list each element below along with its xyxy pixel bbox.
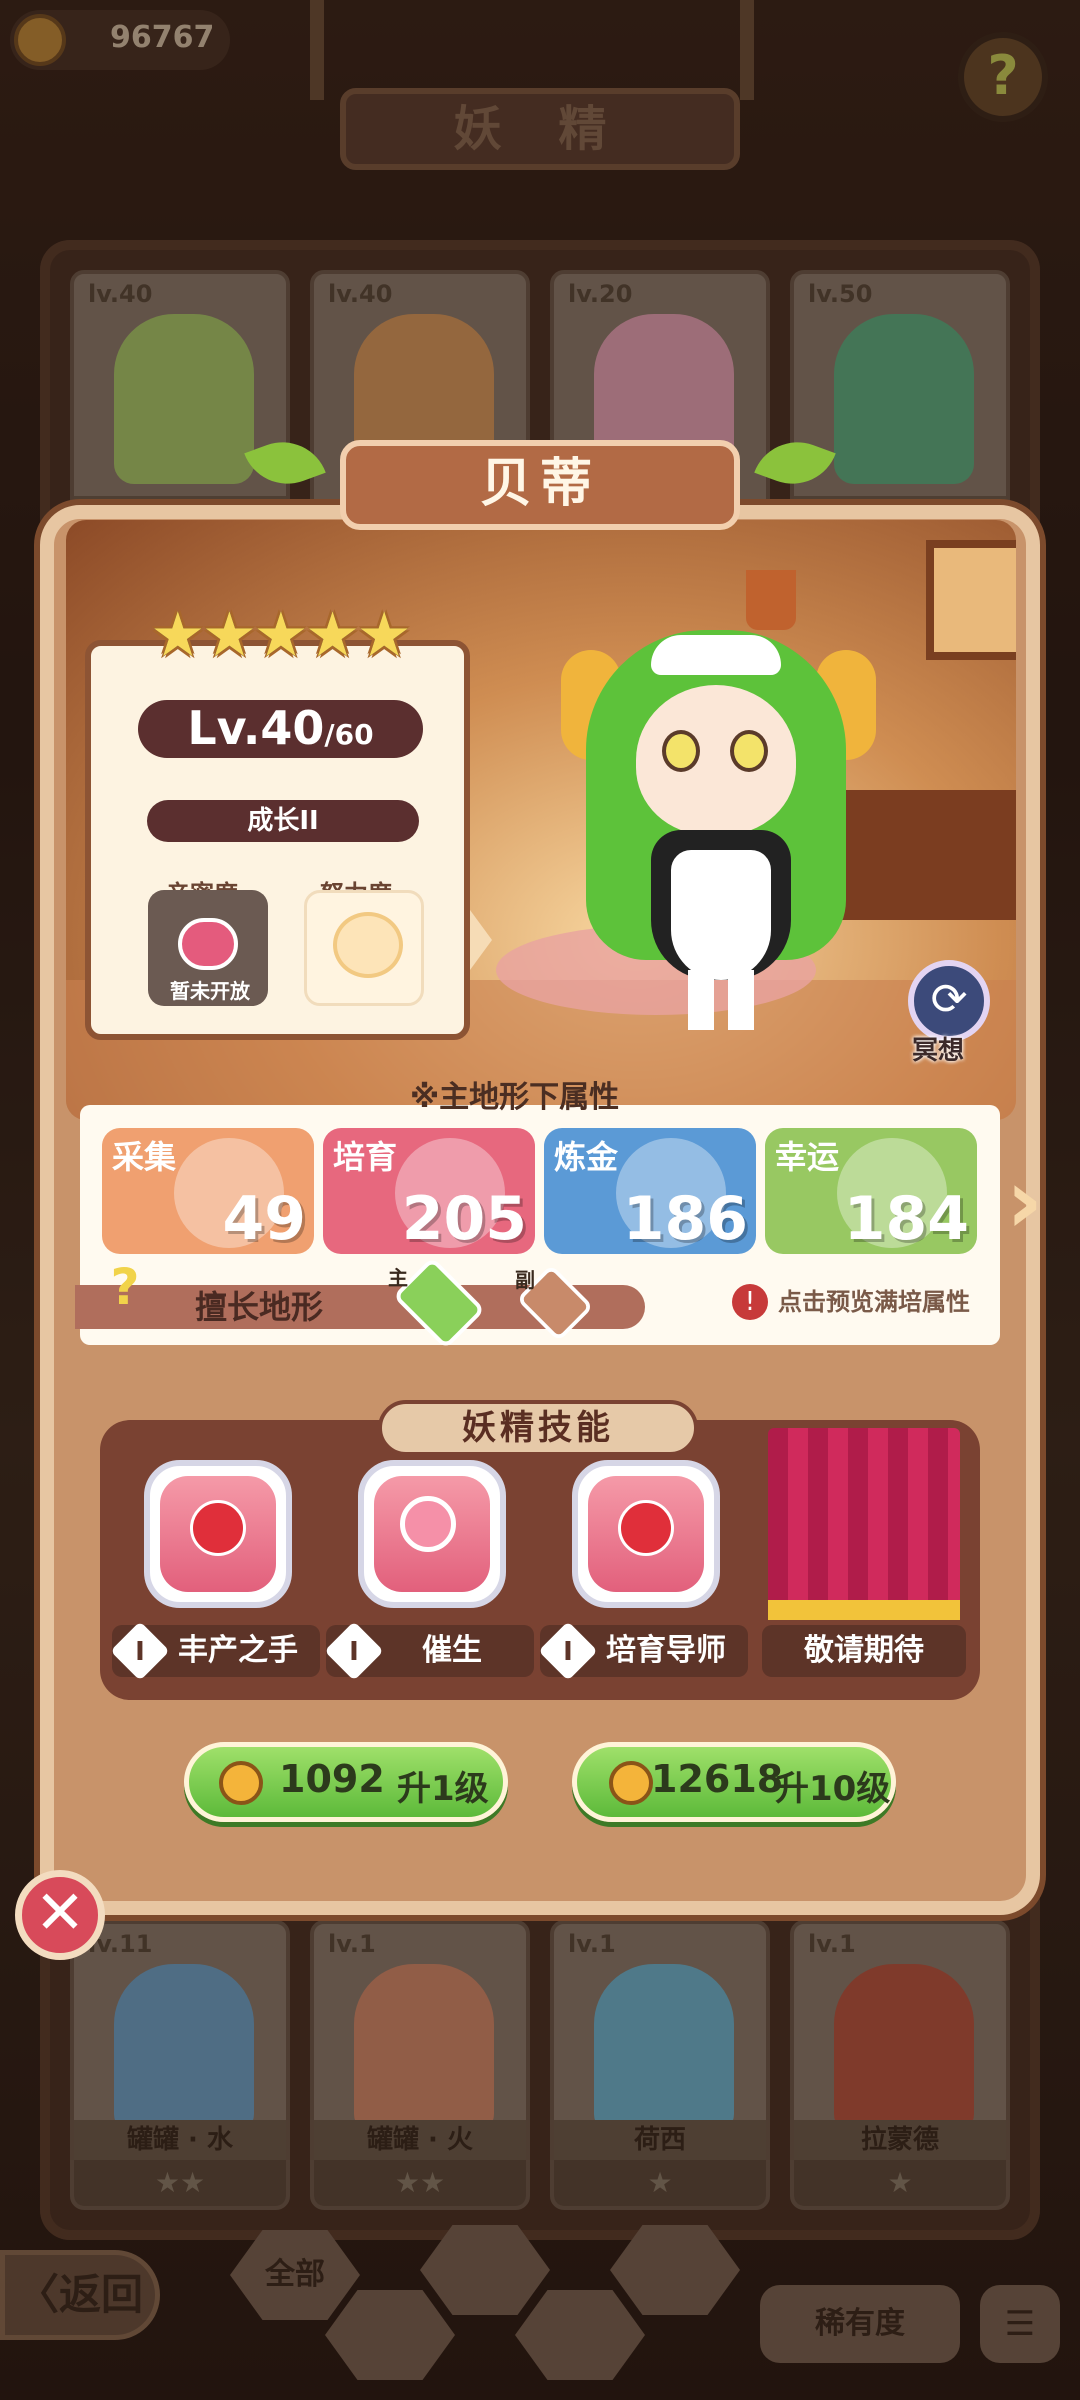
terrain-main-label: 主 bbox=[388, 1266, 408, 1290]
skill-bountiful-hand[interactable] bbox=[144, 1460, 292, 1608]
attr-name: 采集 bbox=[112, 1138, 177, 1176]
scene-window bbox=[926, 540, 1016, 660]
upgrade-10-button[interactable]: 12618 升10级 bbox=[572, 1742, 896, 1822]
fairy-apron bbox=[671, 850, 771, 980]
next-arrow-icon[interactable]: › bbox=[1006, 1157, 1066, 1247]
upgrade-1-button[interactable]: 1092 升1级 bbox=[184, 1742, 508, 1822]
preview-hint[interactable]: 点击预览满培属性 bbox=[778, 1282, 970, 1322]
fairy-maid-cap bbox=[651, 635, 781, 675]
upgrade-cost: 12618 bbox=[651, 1757, 784, 1801]
skill-hasten[interactable] bbox=[358, 1460, 506, 1608]
close-button[interactable]: ✕ bbox=[15, 1870, 105, 1960]
attribute-title: ※主地形下属性 bbox=[410, 1080, 620, 1115]
curtain-trim bbox=[768, 1600, 960, 1620]
skill-nurture-mentor[interactable] bbox=[572, 1460, 720, 1608]
info-pointer bbox=[470, 910, 492, 970]
fairy-face bbox=[636, 685, 796, 835]
terrain-help-icon[interactable]: ? bbox=[100, 1258, 150, 1316]
heart-icon bbox=[178, 918, 238, 970]
attr-name: 幸运 bbox=[775, 1138, 840, 1176]
intimacy-status: 暂未开放 bbox=[170, 979, 250, 1003]
tomato-icon bbox=[190, 1500, 246, 1556]
attr-name: 炼金 bbox=[554, 1138, 619, 1176]
meditate-label: 冥想 bbox=[912, 1036, 965, 1066]
level-value: Lv.40 bbox=[187, 701, 325, 755]
alarm-clock-icon bbox=[400, 1496, 456, 1552]
skill-level: I bbox=[349, 1637, 359, 1667]
fairy-eye-right bbox=[730, 730, 768, 772]
attr-luck: 幸运 184 bbox=[765, 1128, 977, 1254]
attr-nurture: 培育 205 bbox=[323, 1128, 535, 1254]
coin-icon bbox=[219, 1761, 263, 1805]
attr-value: 49 bbox=[222, 1184, 307, 1254]
growth-badge: 成长II bbox=[147, 800, 419, 842]
fairy-eye-left bbox=[662, 730, 700, 772]
alert-icon: ! bbox=[732, 1284, 768, 1320]
coin-icon bbox=[609, 1761, 653, 1805]
fairy-name: 贝蒂 bbox=[340, 440, 740, 530]
upgrade-label: 升10级 bbox=[775, 1769, 891, 1809]
attr-value: 184 bbox=[843, 1184, 969, 1254]
upgrade-cost: 1092 bbox=[279, 1757, 385, 1801]
attr-gather: 采集 49 bbox=[102, 1128, 314, 1254]
fairy-leg-right bbox=[728, 970, 754, 1030]
coming-soon-label: 敬请期待 bbox=[762, 1625, 966, 1677]
star-rating: ★★★★★ bbox=[150, 598, 412, 671]
scene-plant-pot bbox=[746, 570, 796, 630]
skill-level: I bbox=[563, 1637, 573, 1667]
tomato-icon bbox=[618, 1500, 674, 1556]
attr-value: 205 bbox=[401, 1184, 527, 1254]
fairy-leg-left bbox=[688, 970, 714, 1030]
terrain-sub-label: 副 bbox=[515, 1268, 535, 1292]
attr-value: 186 bbox=[622, 1184, 748, 1254]
attr-alchemy: 炼金 186 bbox=[544, 1128, 756, 1254]
upgrade-label: 升1级 bbox=[397, 1769, 489, 1809]
attr-name: 培育 bbox=[333, 1138, 398, 1176]
skills-title: 妖精技能 bbox=[378, 1400, 698, 1456]
level-max: /60 bbox=[324, 718, 374, 751]
skill-level: I bbox=[135, 1637, 145, 1667]
terrain-label: 擅长地形 bbox=[195, 1288, 324, 1326]
effort-face-icon bbox=[333, 912, 403, 978]
curtain-locked-skill bbox=[768, 1428, 960, 1618]
level-badge: Lv.40/60 bbox=[138, 700, 423, 758]
